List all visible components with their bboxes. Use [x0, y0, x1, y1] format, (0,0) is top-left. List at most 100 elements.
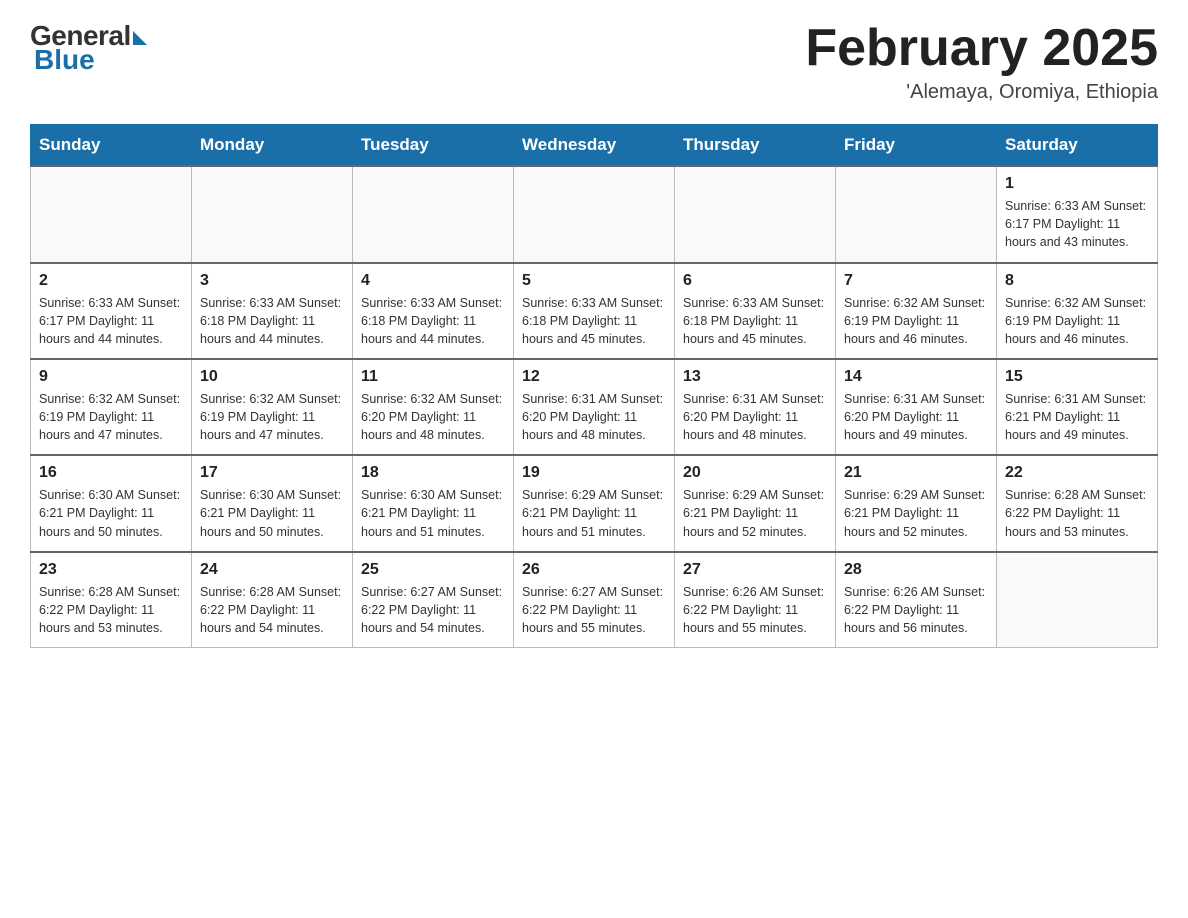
- calendar-cell: 22Sunrise: 6:28 AM Sunset: 6:22 PM Dayli…: [997, 455, 1158, 551]
- day-number: 9: [39, 368, 183, 386]
- calendar-cell: 14 Sunrise: 6:31 AM Sunset: 6:20 PM Dayli…: [836, 359, 997, 455]
- week-row-2: 2 Sunrise: 6:33 AM Sunset: 6:17 PM Daylig…: [31, 263, 1158, 359]
- day-number: 8: [1005, 272, 1149, 290]
- day-number: 12: [522, 368, 666, 386]
- month-title: February 2025: [805, 20, 1158, 77]
- calendar-cell: 21 Sunrise: 6:29 AM Sunset: 6:21 PM Dayli…: [836, 455, 997, 551]
- day-number: 1: [1005, 175, 1149, 193]
- calendar-cell: 10 Sunrise: 6:32 AM Sunset: 6:19 PM Dayli…: [192, 359, 353, 455]
- day-info: Sunrise: 6:30 AM Sunset: 6:21 PM Dayligh…: [361, 486, 505, 540]
- calendar-cell: [836, 166, 997, 262]
- day-number: 21: [844, 464, 988, 482]
- calendar-table: SundayMondayTuesdayWednesdayThursdayFrid…: [30, 124, 1158, 648]
- calendar-cell: 19 Sunrise: 6:29 AM Sunset: 6:21 PM Dayli…: [514, 455, 675, 551]
- day-info: Sunrise: 6:33 AM Sunset: 6:18 PM Dayligh…: [522, 294, 666, 348]
- day-number: 19: [522, 464, 666, 482]
- calendar-cell: 12 Sunrise: 6:31 AM Sunset: 6:20 PM Dayli…: [514, 359, 675, 455]
- day-info: Sunrise: 6:30 AM Sunset: 6:21 PM Dayligh…: [200, 486, 344, 540]
- day-info: Sunrise: 6:28 AM Sunset: 6:22 PM Dayligh…: [39, 583, 183, 637]
- day-number: 5: [522, 272, 666, 290]
- day-info: Sunrise: 6:29 AM Sunset: 6:21 PM Dayligh…: [522, 486, 666, 540]
- calendar-cell: 1 Sunrise: 6:33 AM Sunset: 6:17 PM Daylig…: [997, 166, 1158, 262]
- week-row-3: 9 Sunrise: 6:32 AM Sunset: 6:19 PM Daylig…: [31, 359, 1158, 455]
- week-row-5: 23Sunrise: 6:28 AM Sunset: 6:22 PM Dayli…: [31, 552, 1158, 648]
- day-number: 22: [1005, 464, 1149, 482]
- day-info: Sunrise: 6:31 AM Sunset: 6:20 PM Dayligh…: [844, 390, 988, 444]
- calendar-cell: 25 Sunrise: 6:27 AM Sunset: 6:22 PM Dayli…: [353, 552, 514, 648]
- day-info: Sunrise: 6:32 AM Sunset: 6:20 PM Dayligh…: [361, 390, 505, 444]
- calendar-cell: [997, 552, 1158, 648]
- calendar-cell: 17 Sunrise: 6:30 AM Sunset: 6:21 PM Dayli…: [192, 455, 353, 551]
- day-number: 4: [361, 272, 505, 290]
- logo: General Blue: [30, 20, 147, 76]
- calendar-cell: 7 Sunrise: 6:32 AM Sunset: 6:19 PM Daylig…: [836, 263, 997, 359]
- day-info: Sunrise: 6:33 AM Sunset: 6:17 PM Dayligh…: [1005, 197, 1149, 251]
- day-number: 28: [844, 561, 988, 579]
- day-number: 25: [361, 561, 505, 579]
- calendar-cell: [353, 166, 514, 262]
- week-row-1: 1 Sunrise: 6:33 AM Sunset: 6:17 PM Daylig…: [31, 166, 1158, 262]
- calendar-header-row: SundayMondayTuesdayWednesdayThursdayFrid…: [31, 125, 1158, 167]
- day-info: Sunrise: 6:29 AM Sunset: 6:21 PM Dayligh…: [844, 486, 988, 540]
- day-number: 27: [683, 561, 827, 579]
- calendar-cell: 6 Sunrise: 6:33 AM Sunset: 6:18 PM Daylig…: [675, 263, 836, 359]
- calendar-cell: 16Sunrise: 6:30 AM Sunset: 6:21 PM Dayli…: [31, 455, 192, 551]
- day-number: 3: [200, 272, 344, 290]
- location-text: 'Alemaya, Oromiya, Ethiopia: [805, 81, 1158, 104]
- day-number: 20: [683, 464, 827, 482]
- day-number: 18: [361, 464, 505, 482]
- calendar-cell: [675, 166, 836, 262]
- day-info: Sunrise: 6:31 AM Sunset: 6:20 PM Dayligh…: [683, 390, 827, 444]
- calendar-cell: [31, 166, 192, 262]
- day-number: 15: [1005, 368, 1149, 386]
- col-header-saturday: Saturday: [997, 125, 1158, 167]
- calendar-cell: 23Sunrise: 6:28 AM Sunset: 6:22 PM Dayli…: [31, 552, 192, 648]
- calendar-cell: 20Sunrise: 6:29 AM Sunset: 6:21 PM Dayli…: [675, 455, 836, 551]
- calendar-cell: [192, 166, 353, 262]
- day-number: 6: [683, 272, 827, 290]
- day-info: Sunrise: 6:28 AM Sunset: 6:22 PM Dayligh…: [200, 583, 344, 637]
- calendar-cell: 4 Sunrise: 6:33 AM Sunset: 6:18 PM Daylig…: [353, 263, 514, 359]
- day-info: Sunrise: 6:32 AM Sunset: 6:19 PM Dayligh…: [844, 294, 988, 348]
- day-info: Sunrise: 6:27 AM Sunset: 6:22 PM Dayligh…: [361, 583, 505, 637]
- day-info: Sunrise: 6:33 AM Sunset: 6:18 PM Dayligh…: [683, 294, 827, 348]
- day-number: 2: [39, 272, 183, 290]
- day-number: 14: [844, 368, 988, 386]
- col-header-friday: Friday: [836, 125, 997, 167]
- col-header-tuesday: Tuesday: [353, 125, 514, 167]
- day-info: Sunrise: 6:26 AM Sunset: 6:22 PM Dayligh…: [683, 583, 827, 637]
- day-number: 17: [200, 464, 344, 482]
- day-number: 24: [200, 561, 344, 579]
- calendar-cell: 5 Sunrise: 6:33 AM Sunset: 6:18 PM Daylig…: [514, 263, 675, 359]
- day-info: Sunrise: 6:27 AM Sunset: 6:22 PM Dayligh…: [522, 583, 666, 637]
- day-info: Sunrise: 6:31 AM Sunset: 6:21 PM Dayligh…: [1005, 390, 1149, 444]
- day-info: Sunrise: 6:26 AM Sunset: 6:22 PM Dayligh…: [844, 583, 988, 637]
- calendar-cell: 15 Sunrise: 6:31 AM Sunset: 6:21 PM Dayli…: [997, 359, 1158, 455]
- title-section: February 2025 'Alemaya, Oromiya, Ethiopi…: [805, 20, 1158, 104]
- logo-arrow-icon: [133, 31, 147, 45]
- day-info: Sunrise: 6:33 AM Sunset: 6:17 PM Dayligh…: [39, 294, 183, 348]
- day-number: 26: [522, 561, 666, 579]
- calendar-cell: 18 Sunrise: 6:30 AM Sunset: 6:21 PM Dayli…: [353, 455, 514, 551]
- calendar-cell: 3 Sunrise: 6:33 AM Sunset: 6:18 PM Daylig…: [192, 263, 353, 359]
- day-number: 13: [683, 368, 827, 386]
- day-number: 11: [361, 368, 505, 386]
- calendar-cell: 9Sunrise: 6:32 AM Sunset: 6:19 PM Daylig…: [31, 359, 192, 455]
- day-number: 10: [200, 368, 344, 386]
- calendar-cell: 27 Sunrise: 6:26 AM Sunset: 6:22 PM Dayli…: [675, 552, 836, 648]
- calendar-cell: [514, 166, 675, 262]
- calendar-cell: 26 Sunrise: 6:27 AM Sunset: 6:22 PM Dayli…: [514, 552, 675, 648]
- calendar-cell: 11 Sunrise: 6:32 AM Sunset: 6:20 PM Dayli…: [353, 359, 514, 455]
- calendar-cell: 13 Sunrise: 6:31 AM Sunset: 6:20 PM Dayli…: [675, 359, 836, 455]
- page-header: General Blue February 2025 'Alemaya, Oro…: [30, 20, 1158, 104]
- day-info: Sunrise: 6:33 AM Sunset: 6:18 PM Dayligh…: [361, 294, 505, 348]
- col-header-wednesday: Wednesday: [514, 125, 675, 167]
- calendar-cell: 2 Sunrise: 6:33 AM Sunset: 6:17 PM Daylig…: [31, 263, 192, 359]
- day-info: Sunrise: 6:33 AM Sunset: 6:18 PM Dayligh…: [200, 294, 344, 348]
- col-header-monday: Monday: [192, 125, 353, 167]
- calendar-cell: 8Sunrise: 6:32 AM Sunset: 6:19 PM Daylig…: [997, 263, 1158, 359]
- day-number: 7: [844, 272, 988, 290]
- day-info: Sunrise: 6:32 AM Sunset: 6:19 PM Dayligh…: [200, 390, 344, 444]
- day-info: Sunrise: 6:31 AM Sunset: 6:20 PM Dayligh…: [522, 390, 666, 444]
- logo-blue-text: Blue: [34, 44, 95, 76]
